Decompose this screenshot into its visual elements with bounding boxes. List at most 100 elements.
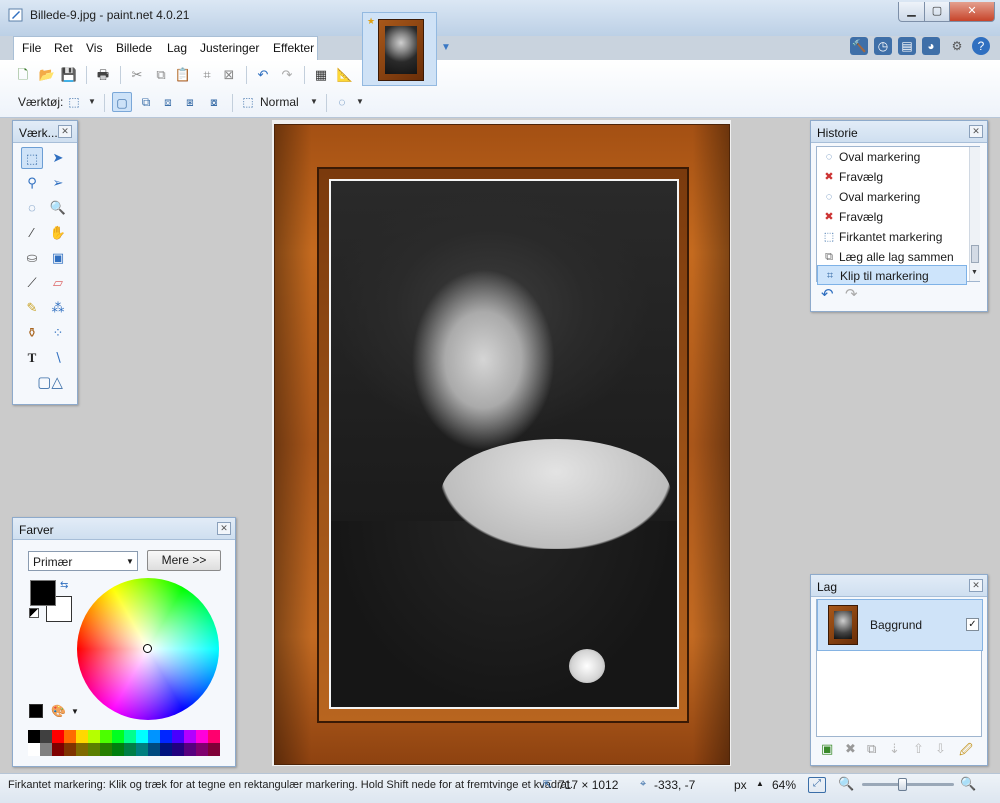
palette-swatch[interactable] <box>208 743 220 756</box>
swap-colors-icon[interactable]: ⇆ <box>60 580 68 591</box>
selection-mode-replace-icon[interactable]: ▢ <box>112 92 132 112</box>
minimize-button[interactable]: ▁ <box>898 2 925 22</box>
tools-window-icon[interactable]: 🔨 <box>850 37 868 55</box>
palette-swatch[interactable] <box>160 743 172 756</box>
chevron-down-icon[interactable]: ▼ <box>82 92 102 112</box>
paintbrush-tool-icon[interactable]: ⟋ <box>21 272 43 294</box>
move-layer-up-icon[interactable]: ⇧ <box>913 741 924 757</box>
menu-ret[interactable]: Ret <box>54 41 73 55</box>
add-layer-icon[interactable]: ▣ <box>821 741 833 757</box>
menu-billede[interactable]: Billede <box>116 41 152 55</box>
palette-swatch[interactable] <box>76 743 88 756</box>
palette-swatch[interactable] <box>184 730 196 743</box>
history-panel-close-icon[interactable]: ✕ <box>969 125 983 138</box>
move-selection-tool-icon[interactable]: ➢ <box>47 172 69 194</box>
save-icon[interactable]: 💾 <box>60 66 78 84</box>
image-canvas[interactable] <box>272 120 731 766</box>
deselect-icon[interactable]: ⊠ <box>220 66 238 84</box>
duplicate-layer-icon[interactable]: ⧉ <box>867 741 876 757</box>
palette-swatch[interactable] <box>112 743 124 756</box>
chevron-down-icon[interactable]: ▼ <box>350 92 370 112</box>
color-wheel-marker[interactable] <box>143 644 152 653</box>
grid-icon[interactable]: ▦ <box>312 66 330 84</box>
palette-swatch[interactable] <box>28 730 40 743</box>
menu-vis[interactable]: Vis <box>86 41 102 55</box>
palette-swatch[interactable] <box>100 730 112 743</box>
text-tool-icon[interactable]: T <box>21 347 43 369</box>
selection-mode-exclude-icon[interactable]: ⧈ <box>158 92 178 112</box>
zoom-slider-thumb[interactable] <box>898 778 907 791</box>
palette-swatch[interactable] <box>52 743 64 756</box>
redo-icon[interactable]: ↷ <box>278 66 296 84</box>
layer-properties-icon[interactable]: 🖉 <box>959 741 973 763</box>
copy-icon[interactable]: ⧉ <box>152 66 170 84</box>
layers-window-icon[interactable]: ▤ <box>898 37 916 55</box>
palette-swatch[interactable] <box>124 730 136 743</box>
ruler-icon[interactable]: 📐 <box>336 66 354 84</box>
line-curve-tool-icon[interactable]: ∖ <box>47 347 69 369</box>
palette-swatch[interactable] <box>208 730 220 743</box>
cut-icon[interactable]: ✂ <box>128 66 146 84</box>
antialiasing-icon[interactable]: ◌ <box>332 92 352 112</box>
palette-swatch[interactable] <box>172 730 184 743</box>
selection-style-icon[interactable]: ⬚ <box>238 92 258 112</box>
palette-swatch[interactable] <box>88 743 100 756</box>
palette-swatch[interactable] <box>148 743 160 756</box>
move-layer-down-icon[interactable]: ⇩ <box>935 741 946 757</box>
zoom-in-icon[interactable]: 🔍 <box>960 776 976 792</box>
menu-file[interactable]: File <box>22 41 41 55</box>
pencil-tool-icon[interactable]: ✎ <box>21 297 43 319</box>
palette-swatch[interactable] <box>40 743 52 756</box>
palette-swatch[interactable] <box>64 743 76 756</box>
ellipse-select-tool-icon[interactable]: ◌ <box>21 197 43 219</box>
palette-swatch[interactable] <box>28 743 40 756</box>
history-item-selected[interactable]: ⌗ Klip til markering <box>817 265 967 285</box>
rectangle-select-tool-icon[interactable]: ⬚ <box>64 92 84 112</box>
zoom-level[interactable]: 64% <box>772 778 796 792</box>
menu-lag[interactable]: Lag <box>167 41 187 55</box>
scrollbar-thumb[interactable] <box>971 245 979 263</box>
primary-secondary-dropdown[interactable]: Primær ▼ <box>28 551 138 571</box>
undo-icon[interactable]: ↶ <box>821 285 834 303</box>
zoom-to-window-icon[interactable]: ⤢ <box>808 777 826 793</box>
image-list-dropdown-icon[interactable]: ▼ <box>441 42 451 53</box>
palette-swatch[interactable] <box>160 730 172 743</box>
chevron-down-icon[interactable]: ▼ <box>71 707 79 716</box>
palette-swatch[interactable] <box>88 730 100 743</box>
layer-item-baggrund[interactable]: Baggrund ✓ <box>817 599 983 651</box>
palette-swatch[interactable] <box>148 730 160 743</box>
zoom-slider[interactable] <box>862 778 954 791</box>
menu-effekter[interactable]: Effekter <box>273 41 314 55</box>
crop-icon[interactable]: ⌗ <box>198 66 216 84</box>
palette-swatch[interactable] <box>196 743 208 756</box>
palette-swatch[interactable] <box>136 730 148 743</box>
layers-panel-close-icon[interactable]: ✕ <box>969 579 983 592</box>
rectangle-select-tool-icon[interactable]: ⬚ <box>21 147 43 169</box>
palette-swatch[interactable] <box>40 730 52 743</box>
selection-mode-intersect-icon[interactable]: ⧆ <box>180 92 200 112</box>
more-colors-button[interactable]: Mere >> <box>147 550 221 571</box>
print-icon[interactable]: 🖶 <box>94 66 112 84</box>
history-scrollbar[interactable]: ▼ <box>969 147 980 281</box>
history-item[interactable]: ✖ Fravælg <box>817 207 967 227</box>
open-icon[interactable]: 📂 <box>38 66 56 84</box>
color-palette[interactable] <box>28 730 220 756</box>
selection-style-value[interactable]: Normal <box>260 95 299 109</box>
palette-swatch[interactable] <box>124 743 136 756</box>
tools-panel-close-icon[interactable]: ✕ <box>58 125 72 138</box>
recolor-tool-icon[interactable]: ⁘ <box>47 322 69 344</box>
palette-swatch[interactable] <box>64 730 76 743</box>
history-item[interactable]: ✖ Fravælg <box>817 167 967 187</box>
chevron-up-icon[interactable]: ▲ <box>756 779 764 788</box>
history-item[interactable]: ◌ Oval markering <box>817 187 967 207</box>
merge-layer-down-icon[interactable]: ⇣ <box>889 741 900 757</box>
palette-swatch[interactable] <box>196 730 208 743</box>
settings-gear-icon[interactable]: ⚙ <box>948 37 966 55</box>
palette-swatch[interactable] <box>136 743 148 756</box>
units-selector[interactable]: px <box>734 778 747 792</box>
reset-colors-icon[interactable] <box>29 608 39 618</box>
zoom-tool-icon[interactable]: 🔍 <box>47 197 69 219</box>
shapes-tool-icon[interactable]: ▢△ <box>33 372 67 394</box>
zoom-out-icon[interactable]: 🔍 <box>838 776 854 792</box>
undo-icon[interactable]: ↶ <box>254 66 272 84</box>
